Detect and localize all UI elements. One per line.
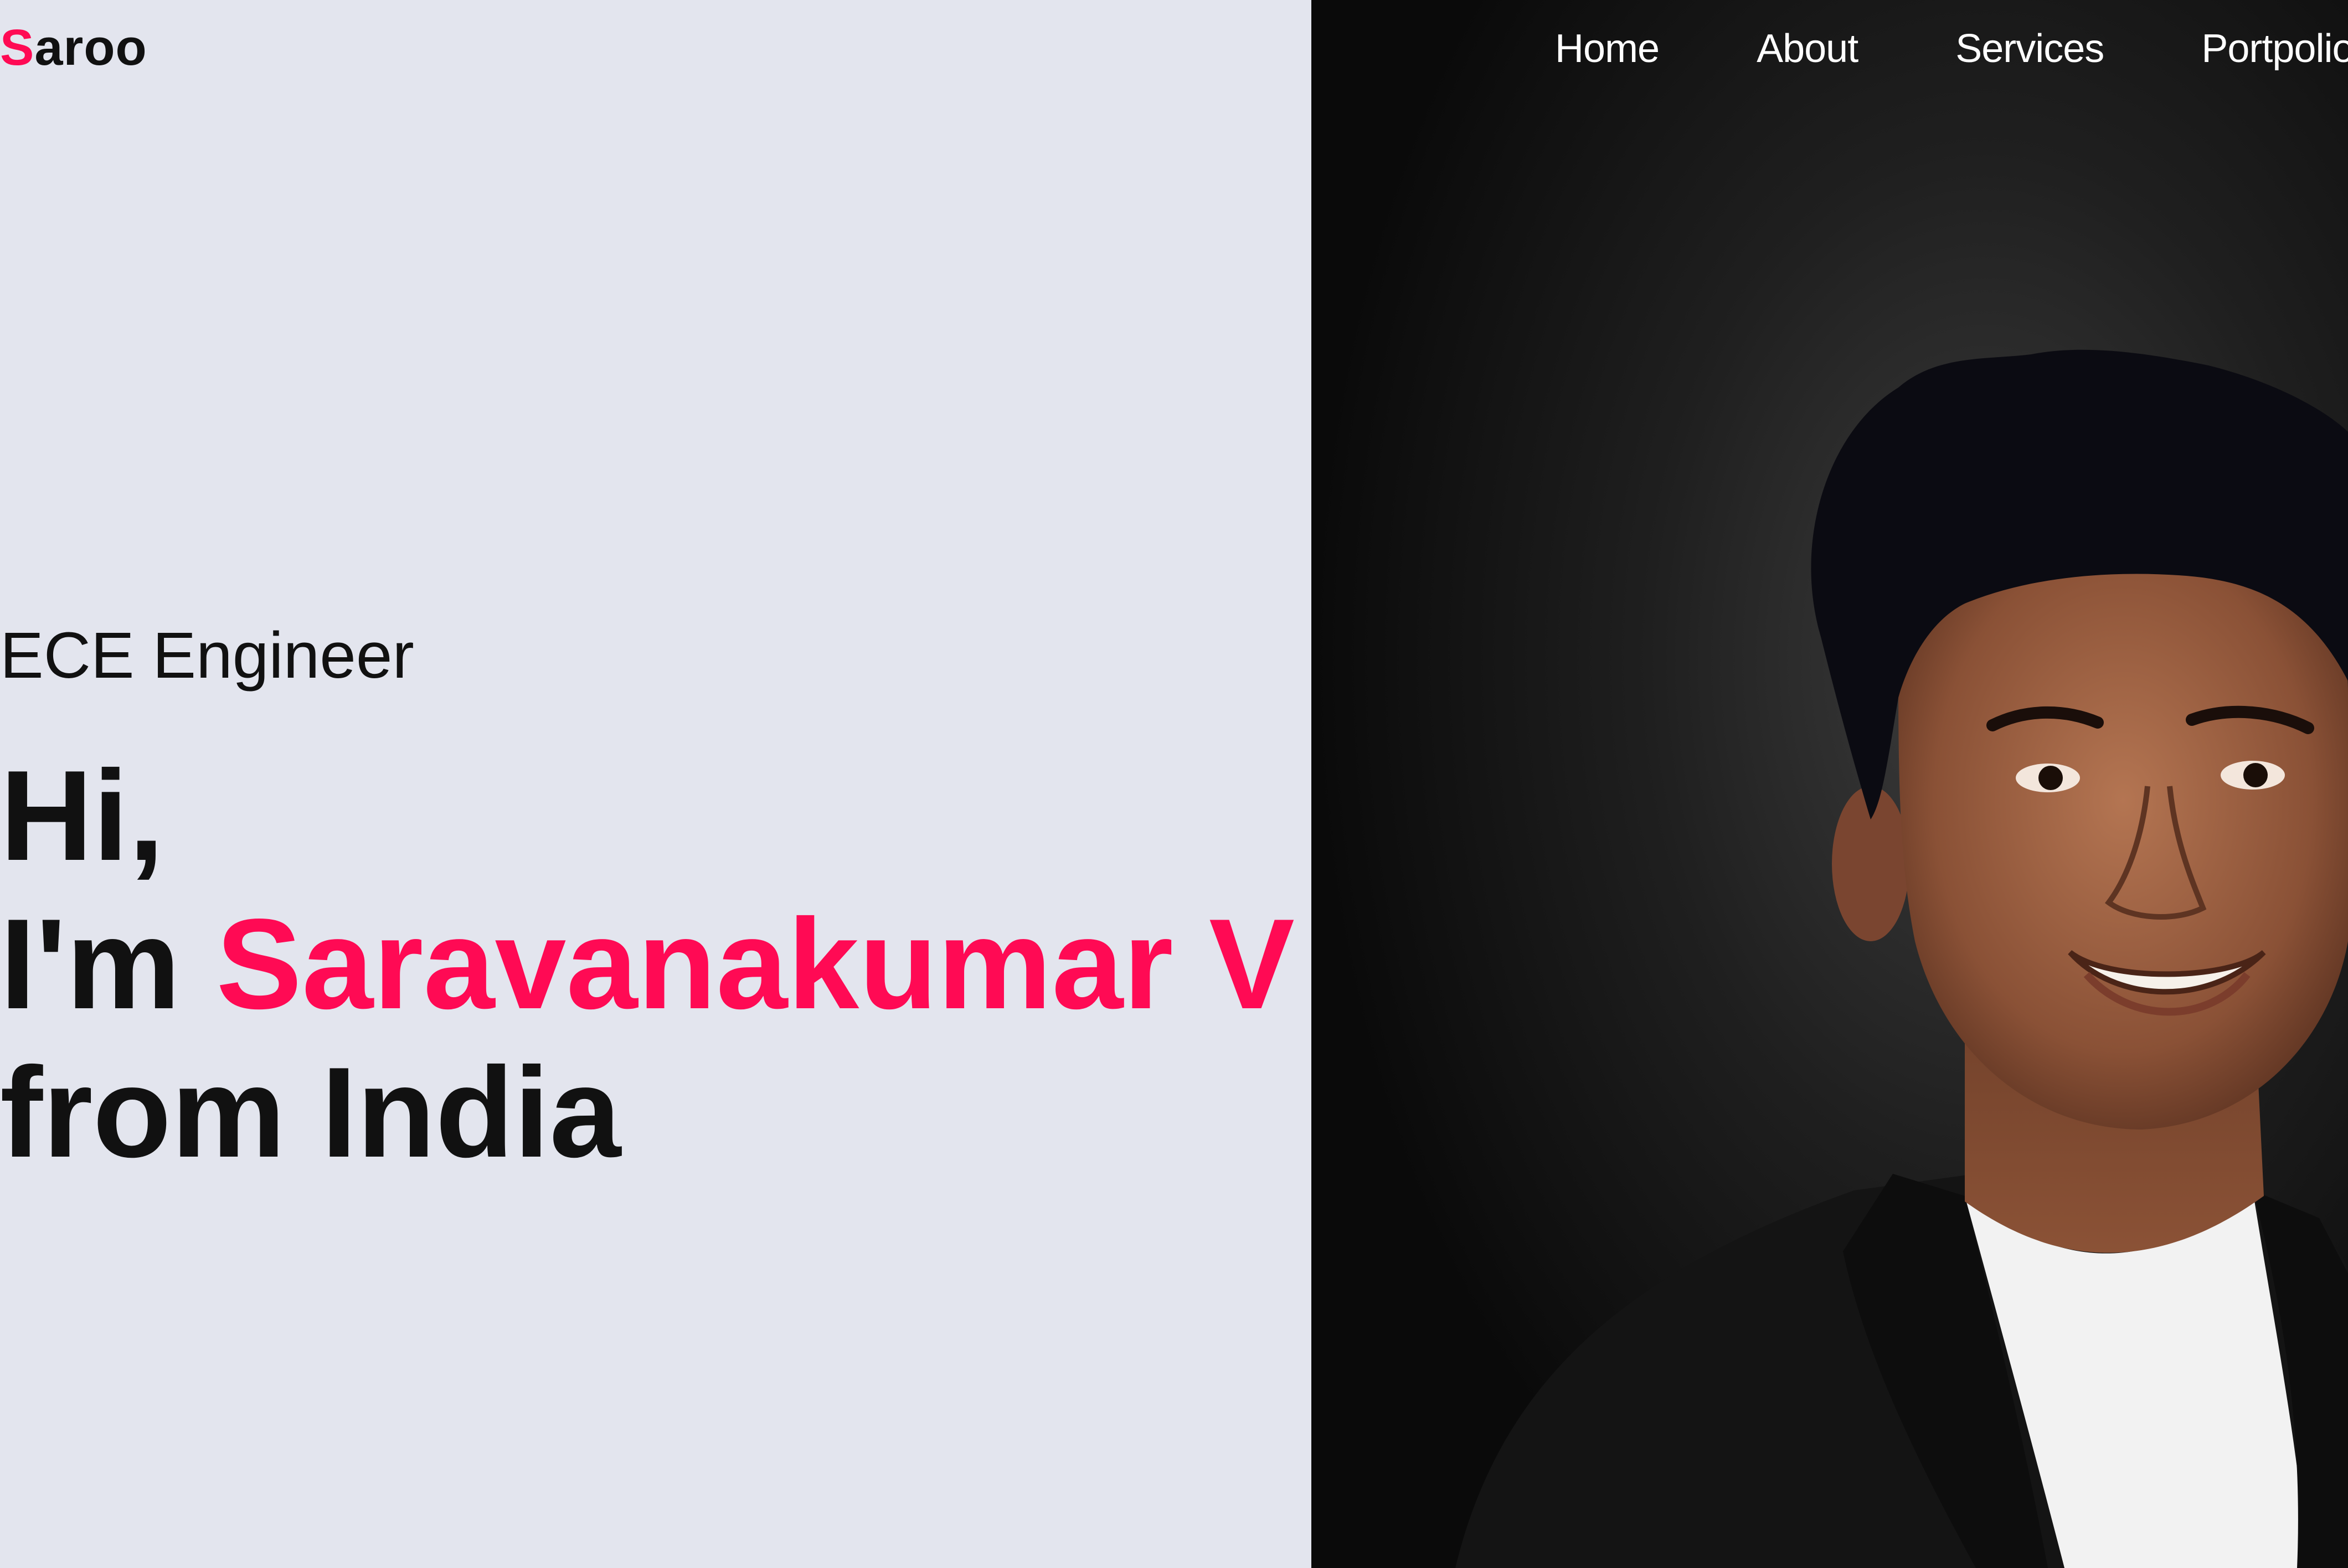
- logo-accent-letter: S: [0, 19, 35, 76]
- headline-line-2: I'm Saravanakumar V: [0, 890, 1295, 1039]
- pupil-right: [2243, 763, 2268, 787]
- hero-left-panel: Saroo ECE Engineer Hi, I'm Saravanakumar…: [0, 0, 1311, 1568]
- headline-line-1: Hi,: [0, 744, 164, 888]
- face: [1898, 531, 2348, 1129]
- nav-services[interactable]: Services: [1955, 29, 2104, 69]
- headline-prefix: I'm: [0, 893, 217, 1036]
- nav-portpolio[interactable]: Portpolio: [2201, 29, 2348, 69]
- portrait-photo: [1311, 0, 2348, 1568]
- logo-text: aroo: [34, 19, 147, 76]
- nav-about[interactable]: About: [1757, 29, 1858, 69]
- pupil-left: [2038, 766, 2063, 790]
- headline-line-3: from India: [0, 1041, 621, 1184]
- top-nav: Home About Services Portpolio: [1555, 29, 2348, 69]
- hero-headline: Hi, I'm Saravanakumar V from India: [0, 742, 1295, 1187]
- page: Saroo ECE Engineer Hi, I'm Saravanakumar…: [0, 0, 2348, 1568]
- nav-home[interactable]: Home: [1555, 29, 1660, 69]
- hero-name: Saravanakumar V: [216, 893, 1295, 1036]
- hero-subtitle: ECE Engineer: [0, 619, 414, 692]
- site-logo[interactable]: Saroo: [0, 22, 147, 73]
- hero-right-panel: [1311, 0, 2348, 1568]
